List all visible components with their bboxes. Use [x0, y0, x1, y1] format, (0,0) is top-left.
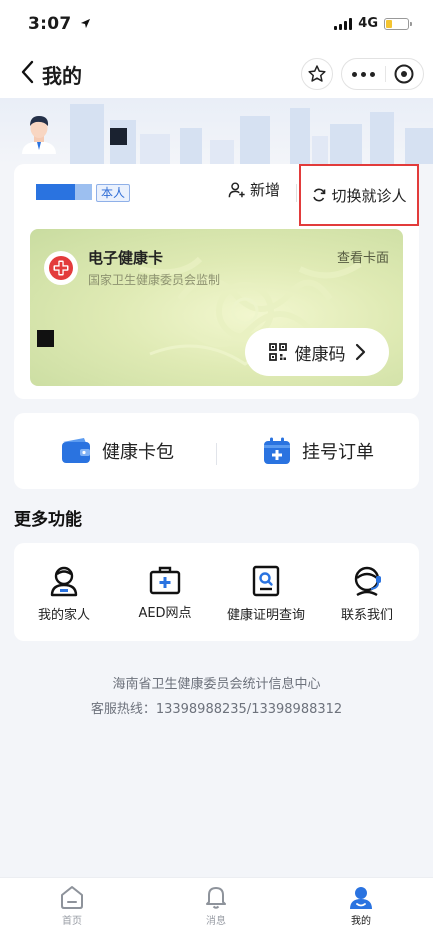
redacted-user-name — [36, 184, 92, 200]
more-options-icon[interactable] — [342, 71, 385, 77]
add-patient-label: 新增 — [250, 181, 281, 199]
first-aid-kit-icon — [149, 566, 181, 595]
switch-patient-label: 切换就诊人 — [331, 186, 407, 205]
contact-us-button[interactable]: 联系我们 — [317, 565, 417, 623]
health-card-logo — [44, 251, 78, 285]
view-card-face-link[interactable]: 查看卡面 — [337, 247, 389, 266]
customer-service-icon — [354, 566, 381, 597]
action-divider — [296, 184, 297, 202]
close-button[interactable] — [386, 64, 423, 84]
wallet-label: 健康卡包 — [102, 442, 174, 463]
redacted-name-block — [110, 128, 127, 145]
cellular-signal-icon — [334, 17, 353, 30]
nav-bar: 我的 — [0, 48, 433, 98]
tab-home-label: 首页 — [62, 916, 82, 927]
self-tag: 本人 — [96, 184, 131, 202]
close-circle-icon — [394, 64, 414, 84]
qr-code-icon — [268, 343, 287, 361]
health-code-label: 健康码 — [294, 344, 346, 365]
avatar[interactable] — [18, 112, 60, 154]
tab-messages[interactable]: 消息 — [186, 884, 246, 927]
chevron-right-icon — [355, 343, 365, 361]
electronic-health-card[interactable]: 电子健康卡 国家卫生健康委员会监制 查看卡面 健康码 — [30, 229, 403, 386]
status-time: 3:07 — [28, 14, 91, 34]
add-patient-button[interactable]: 新增 — [228, 179, 280, 200]
tab-mine-label: 我的 — [351, 916, 371, 927]
contact-us-label: 联系我们 — [340, 608, 393, 623]
orders-label: 挂号订单 — [302, 442, 374, 463]
profile-banner — [0, 98, 433, 164]
health-card-wallet-button[interactable]: 健康卡包 — [60, 413, 174, 489]
aed-locations-button[interactable]: AED网点 — [115, 565, 215, 621]
health-certificate-label: 健康证明查询 — [226, 608, 305, 623]
city-skyline-decoration — [70, 104, 433, 164]
wallet-icon — [62, 438, 90, 463]
more-functions-panel: 我的家人 AED网点 健康证明查询 联系我们 — [14, 543, 419, 641]
red-cross-logo-icon — [49, 256, 73, 280]
home-icon — [61, 886, 83, 909]
location-arrow-icon — [80, 18, 90, 29]
aed-locations-label: AED网点 — [138, 606, 192, 621]
star-icon — [308, 65, 326, 82]
registration-orders-button[interactable]: 挂号订单 — [262, 413, 374, 489]
footer-hotline: 客服热线：13398988235/13398988312 — [90, 702, 343, 717]
back-chevron-icon[interactable] — [18, 59, 38, 85]
tab-home[interactable]: 首页 — [42, 884, 102, 927]
page-title: 我的 — [42, 64, 82, 88]
my-family-button[interactable]: 我的家人 — [14, 565, 114, 623]
quick-actions-panel: 健康卡包 挂号订单 — [14, 413, 419, 489]
mini-program-capsule — [341, 58, 424, 90]
favorite-button[interactable] — [301, 58, 333, 90]
bell-icon — [206, 887, 226, 909]
profile-icon — [350, 887, 372, 909]
health-certificate-query-button[interactable]: 健康证明查询 — [216, 565, 316, 623]
more-functions-title: 更多功能 — [14, 510, 82, 530]
health-card-subtitle: 国家卫生健康委员会监制 — [88, 273, 221, 287]
family-member-icon — [50, 566, 78, 597]
status-bar: 3:07 4G — [0, 0, 433, 48]
my-family-label: 我的家人 — [37, 608, 90, 623]
switch-patient-button[interactable]: 切换就诊人 — [299, 164, 419, 226]
calendar-plus-icon — [264, 437, 290, 464]
network-type: 4G — [358, 16, 378, 31]
status-time-text: 3:07 — [28, 14, 72, 34]
status-indicators: 4G — [334, 16, 412, 31]
footer-info: 海南省卫生健康委员会统计信息中心 客服热线：13398988235/133989… — [0, 672, 433, 722]
health-code-button[interactable]: 健康码 — [245, 328, 389, 376]
certificate-search-icon — [252, 565, 280, 597]
tab-messages-label: 消息 — [206, 916, 226, 927]
redacted-block — [37, 330, 54, 347]
bottom-tab-bar: 首页 消息 我的 — [0, 877, 433, 937]
refresh-icon — [313, 188, 326, 202]
health-card-title: 电子健康卡 — [88, 249, 164, 267]
battery-icon — [384, 17, 412, 30]
quick-actions-divider — [216, 443, 217, 465]
tab-mine[interactable]: 我的 — [331, 884, 391, 927]
footer-org: 海南省卫生健康委员会统计信息中心 — [112, 677, 321, 692]
add-person-icon — [228, 181, 245, 197]
user-health-card-panel: 本人 新增 切换就诊人 电子健康卡 国家卫生健康委员会监制 查看卡面 健康码 — [14, 164, 419, 399]
